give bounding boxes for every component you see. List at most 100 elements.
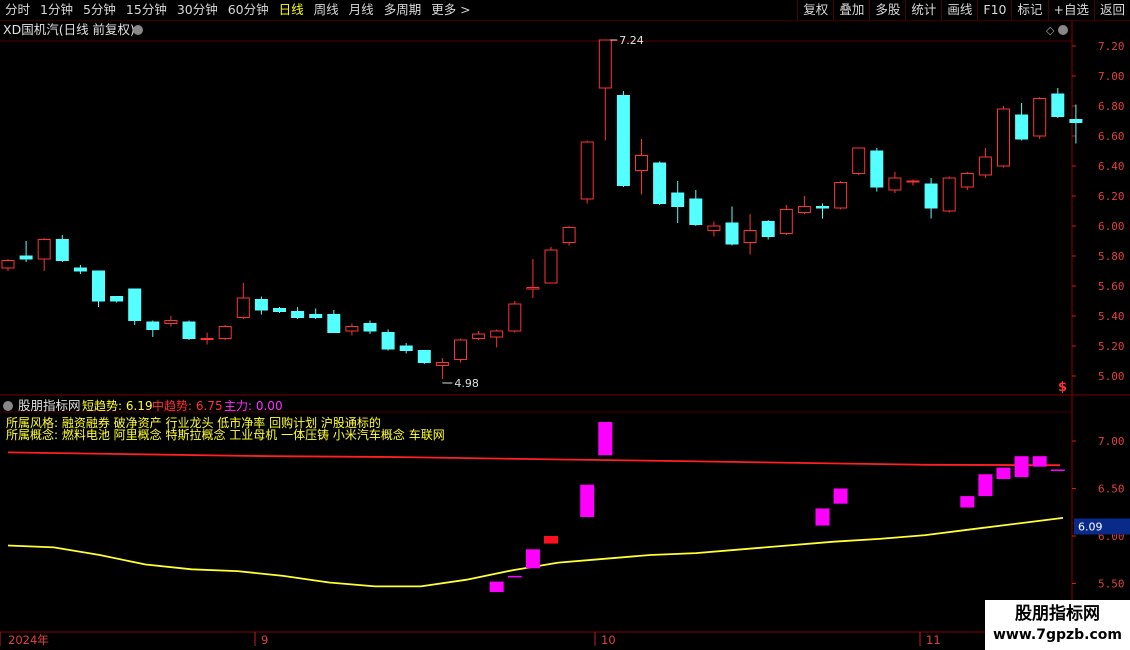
period-tab-0[interactable]: 分时 [0, 0, 35, 20]
period-tab-1[interactable]: 1分钟 [35, 0, 78, 20]
candle-body [997, 108, 1010, 167]
main-force-bar [815, 508, 830, 526]
indicator-menu-icon [3, 401, 13, 411]
candle-body [562, 227, 576, 243]
toolbar-action-0[interactable]: 复权 [797, 0, 833, 20]
candle-body [616, 95, 630, 186]
chart-background [0, 21, 1130, 650]
candle-body [472, 333, 486, 339]
period-tab-7[interactable]: 周线 [309, 0, 344, 20]
candle-body [291, 311, 305, 318]
toolbar-action-5[interactable]: F10 [977, 0, 1011, 20]
main-y-tick-label: 5.80 [1098, 250, 1125, 263]
candle-body [598, 39, 612, 89]
toolbar-action-8[interactable]: 返回 [1093, 0, 1130, 20]
panel-menu-icon [1058, 25, 1068, 35]
period-tab-2[interactable]: 5分钟 [78, 0, 121, 20]
main-force-bar [580, 484, 595, 517]
candle-body [960, 173, 974, 188]
sub-y-tick-label: 7.00 [1098, 435, 1125, 448]
candle-body [906, 180, 920, 183]
candle-body [254, 299, 268, 311]
indicator-name: 股朋指标网 [18, 398, 81, 413]
candle-body [743, 230, 757, 243]
candle-body [128, 288, 142, 321]
watermark-badge: 股朋指标网 www.7gpzb.com [985, 600, 1130, 650]
candle-body [399, 345, 413, 351]
main-y-tick-label: 6.80 [1098, 100, 1125, 113]
x-axis-label: 9 [261, 633, 268, 647]
candle-body [671, 192, 685, 207]
candle-body [707, 225, 721, 231]
candle-body [236, 297, 250, 318]
main-y-tick-label: 5.40 [1098, 310, 1125, 323]
main-force-bar [1050, 469, 1065, 471]
toolbar-action-6[interactable]: 标记 [1011, 0, 1047, 20]
dollar-mark: $ [1058, 380, 1067, 395]
main-force-bar [960, 496, 975, 508]
x-axis-label: 11 [926, 633, 941, 647]
current-value-label: 6.09 [1078, 521, 1103, 534]
candle-body [761, 221, 775, 237]
main-force-bar [1032, 456, 1047, 467]
period-tab-8[interactable]: 月线 [344, 0, 379, 20]
period-tab-6[interactable]: 日线 [274, 0, 309, 20]
candle-body [852, 147, 866, 174]
candle-body [1069, 119, 1083, 123]
candle-body [146, 321, 160, 330]
toolbar: 分时 1分钟 5分钟 15分钟 30分钟 60分钟 日线 周线 月线 多周期 更多 > 复权 叠加 多股… [0, 0, 1130, 21]
candle-body [273, 308, 286, 312]
high-marker-label: 7.24 [619, 34, 644, 47]
toolbar-actions: 复权 叠加 多股 统计 画线 F10 标记 +自选 返回 [797, 0, 1130, 20]
candle-body [816, 206, 829, 209]
candle-body [635, 155, 648, 171]
toolbar-action-2[interactable]: 多股 [869, 0, 905, 20]
candle-body [1, 260, 15, 269]
candle-body [526, 287, 540, 290]
diamond-icon: ◇ [1046, 24, 1055, 37]
toolbar-action-3[interactable]: 统计 [905, 0, 941, 20]
toolbar-action-1[interactable]: 叠加 [833, 0, 869, 20]
main-force-bar [996, 467, 1011, 479]
main-force-bar [489, 581, 504, 593]
period-tab-3[interactable]: 15分钟 [121, 0, 172, 20]
candle-body [870, 150, 884, 188]
sub-y-tick-label: 6.50 [1098, 483, 1125, 496]
main-force-bar [978, 474, 993, 497]
toolbar-action-4[interactable]: 画线 [941, 0, 977, 20]
main-force-bar [1014, 456, 1029, 478]
main-y-tick-label: 7.00 [1098, 70, 1125, 83]
candle-body [1051, 93, 1065, 117]
main-force-bar [598, 422, 613, 456]
main-force-bar [525, 549, 540, 569]
candle-body [834, 182, 848, 209]
candle-body [454, 339, 467, 360]
candle-body [435, 362, 449, 366]
candle-body [218, 326, 232, 339]
period-tab-10[interactable]: 更多 > [426, 0, 475, 20]
period-tab-9[interactable]: 多周期 [379, 0, 427, 20]
candle-body [779, 209, 793, 234]
candle-body [200, 338, 214, 340]
watermark-line2: www.7gpzb.com [992, 627, 1122, 643]
candle-body [490, 330, 504, 338]
candle-body [942, 177, 956, 212]
watermark-line1: 股朋指标网 [1015, 604, 1100, 624]
candle-body [797, 206, 811, 213]
candle-body [978, 156, 992, 176]
period-tab-5[interactable]: 60分钟 [223, 0, 274, 20]
toolbar-action-7[interactable]: +自选 [1047, 0, 1094, 20]
period-tab-4[interactable]: 30分钟 [172, 0, 223, 20]
chart-area[interactable]: 7.20 7.00 6.80 6.60 6.40 6.20 6.00 5.80 5.60 5.40… [0, 21, 1130, 650]
candle-body [1033, 98, 1047, 137]
x-axis-label: 10 [601, 633, 616, 647]
candle-body [363, 323, 377, 332]
main-y-tick-label: 6.20 [1098, 190, 1125, 203]
candle-body [327, 314, 341, 333]
main-y-tick-label: 5.60 [1098, 280, 1125, 293]
candle-body [309, 314, 323, 318]
candle-body [92, 270, 105, 302]
candle-body [508, 303, 522, 332]
candle-body [345, 326, 359, 332]
low-marker-label: 4.98 [454, 377, 479, 390]
